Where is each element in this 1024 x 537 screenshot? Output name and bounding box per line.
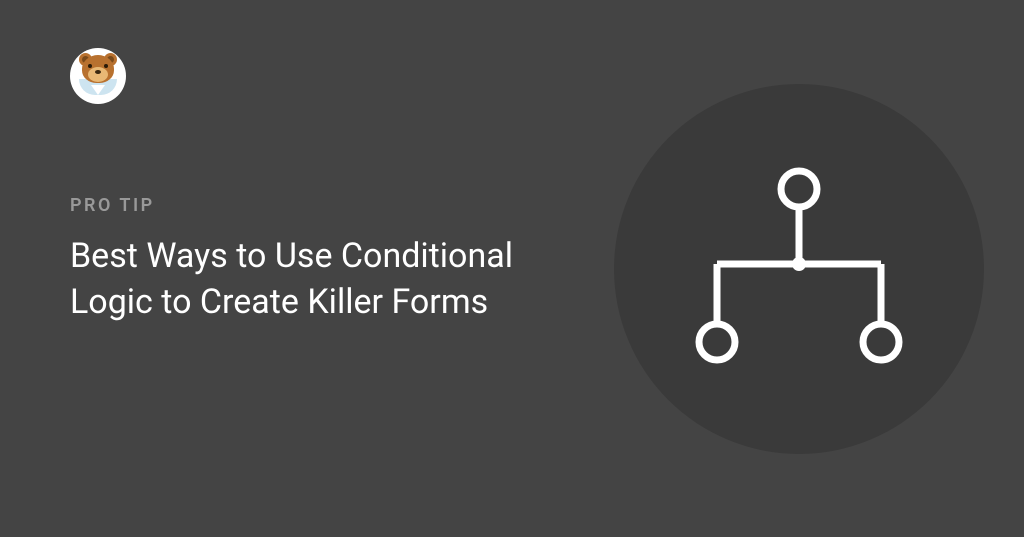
brand-logo: [70, 48, 126, 104]
bear-mascot-icon: [75, 53, 121, 99]
branch-logic-icon: [679, 149, 919, 389]
text-content: PRO TIP Best Ways to Use Conditional Log…: [70, 195, 570, 326]
illustration-circle: [614, 84, 984, 454]
article-title: Best Ways to Use Conditional Logic to Cr…: [70, 234, 570, 326]
eyebrow-label: PRO TIP: [70, 195, 570, 216]
